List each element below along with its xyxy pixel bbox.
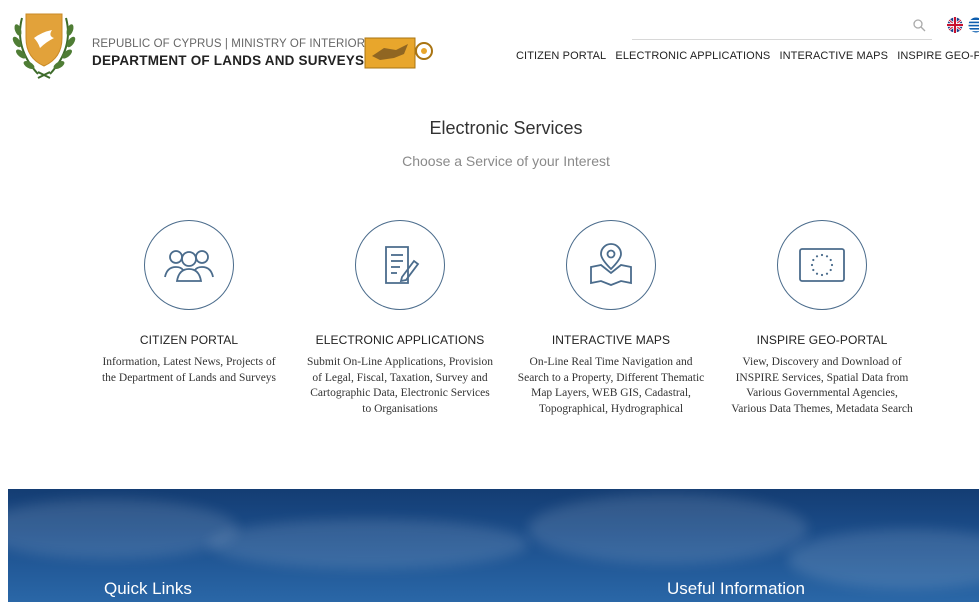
eu-flag-icon bbox=[799, 248, 845, 282]
section-title: Electronic Services bbox=[429, 118, 583, 138]
department-title[interactable]: DEPARTMENT OF LANDS AND SURVEYS bbox=[92, 53, 364, 68]
footer-banner: Quick Links Useful Information bbox=[8, 489, 979, 602]
site-header: REPUBLIC OF CYPRUS | MINISTRY OF INTERIO… bbox=[0, 0, 979, 90]
document-edit-icon bbox=[385, 246, 420, 284]
map-pin-icon bbox=[590, 243, 632, 286]
service-description: Submit On-Line Applications, Provision o… bbox=[307, 356, 493, 415]
service-icon-circle[interactable] bbox=[566, 220, 656, 310]
service-title[interactable]: ELECTRONIC APPLICATIONS bbox=[300, 333, 500, 347]
search-input-underline[interactable] bbox=[632, 39, 932, 40]
nav-citizen-portal[interactable]: CITIZEN PORTAL bbox=[516, 50, 606, 62]
nav-inspire-geo-portal[interactable]: INSPIRE GEO-PORTAL bbox=[897, 50, 979, 62]
nav-electronic-applications[interactable]: ELECTRONIC APPLICATIONS bbox=[615, 50, 770, 62]
service-title[interactable]: INSPIRE GEO-PORTAL bbox=[722, 333, 922, 347]
service-description: View, Discovery and Download of INSPIRE … bbox=[731, 356, 913, 415]
service-description: On-Line Real Time Navigation and Search … bbox=[517, 356, 705, 415]
service-card-inspire-geo-portal[interactable]: INSPIRE GEO-PORTAL View, Discovery and D… bbox=[722, 220, 922, 417]
cyprus-emblem-logo[interactable] bbox=[8, 8, 80, 82]
greek-flag-icon[interactable] bbox=[968, 17, 979, 33]
ministry-label: REPUBLIC OF CYPRUS | MINISTRY OF INTERIO… bbox=[92, 38, 366, 50]
service-title[interactable]: CITIZEN PORTAL bbox=[89, 333, 289, 347]
section-subtitle: Choose a Service of your Interest bbox=[402, 153, 610, 169]
service-card-interactive-maps[interactable]: INTERACTIVE MAPS On-Line Real Time Navig… bbox=[511, 220, 711, 417]
service-icon-circle[interactable] bbox=[144, 220, 234, 310]
cyprus-map-badge-logo bbox=[364, 37, 433, 69]
service-card-electronic-applications[interactable]: ELECTRONIC APPLICATIONS Submit On-Line A… bbox=[300, 220, 500, 417]
service-icon-circle[interactable] bbox=[355, 220, 445, 310]
service-title[interactable]: INTERACTIVE MAPS bbox=[511, 333, 711, 347]
people-icon bbox=[164, 250, 214, 282]
service-icon-circle[interactable] bbox=[777, 220, 867, 310]
quick-links-heading: Quick Links bbox=[104, 579, 192, 598]
uk-flag-icon[interactable] bbox=[947, 17, 963, 33]
nav-interactive-maps[interactable]: INTERACTIVE MAPS bbox=[779, 50, 888, 62]
service-card-citizen-portal[interactable]: CITIZEN PORTAL Information, Latest News,… bbox=[89, 220, 289, 386]
search-icon[interactable] bbox=[912, 18, 926, 32]
service-description: Information, Latest News, Projects of th… bbox=[101, 356, 277, 384]
useful-information-heading: Useful Information bbox=[667, 579, 805, 598]
main-navigation: CITIZEN PORTAL ELECTRONIC APPLICATIONS I… bbox=[516, 50, 979, 62]
